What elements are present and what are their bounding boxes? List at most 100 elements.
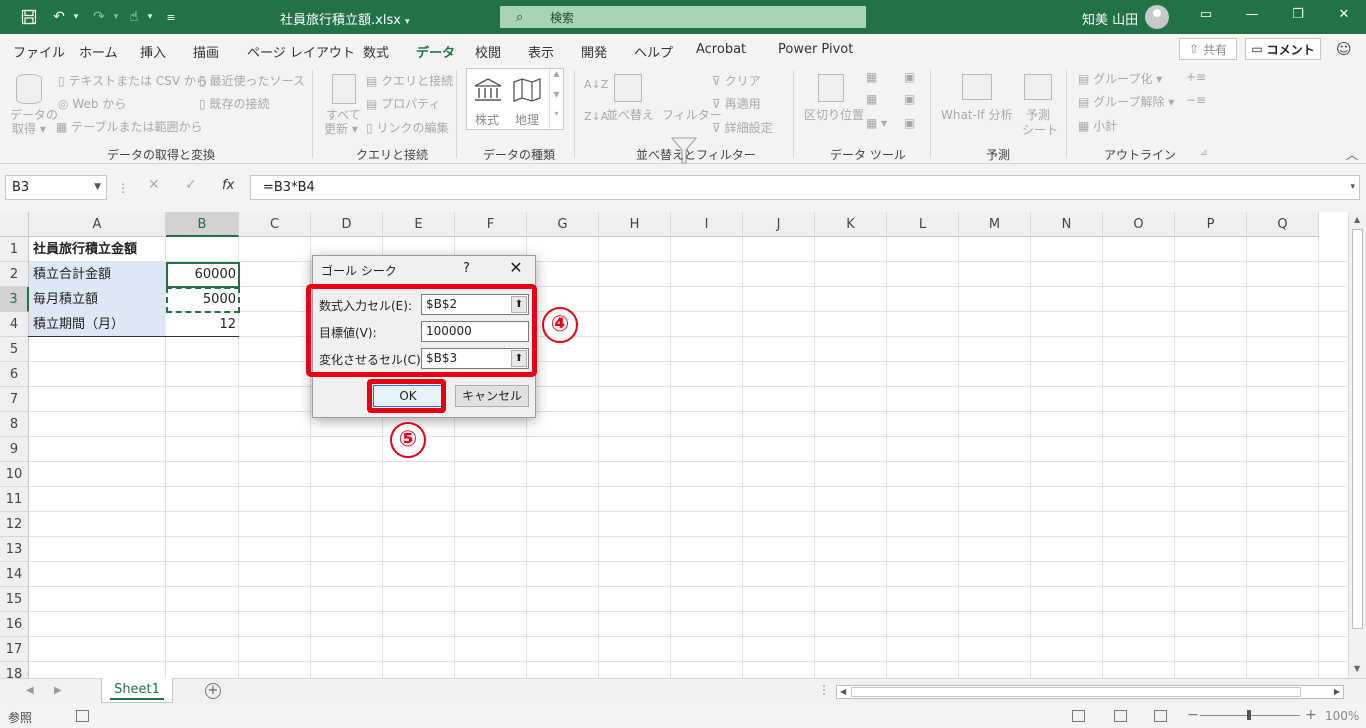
add-sheet-icon[interactable]: + xyxy=(205,683,221,699)
restore-icon[interactable]: ❐ xyxy=(1284,7,1312,22)
row-header-18[interactable]: 18 xyxy=(0,662,29,678)
relationships-icon[interactable]: ▣ xyxy=(904,92,915,106)
tab-review[interactable]: 校閲 xyxy=(475,42,501,61)
column-header-f[interactable]: F xyxy=(455,212,527,237)
redo-dropdown-icon[interactable]: ▾ xyxy=(110,7,122,27)
column-header-h[interactable]: H xyxy=(599,212,671,237)
flash-fill-icon[interactable]: ▦ xyxy=(866,70,877,84)
cell-a1[interactable]: 社員旅行積立金額 xyxy=(29,237,166,262)
scroll-right-icon[interactable]: ▶ xyxy=(1334,686,1340,698)
feedback-smiley-icon[interactable]: ☺ xyxy=(1336,40,1352,58)
edit-links-button[interactable]: ▯ リンクの編集 xyxy=(366,119,448,136)
consolidate-icon[interactable]: ▣ xyxy=(904,70,915,84)
column-header-p[interactable]: P xyxy=(1175,212,1247,237)
tab-data[interactable]: データ xyxy=(416,42,456,68)
row-header-13[interactable]: 13 xyxy=(0,537,29,562)
advanced-filter-button[interactable]: ⊽ 詳細設定 xyxy=(712,119,773,136)
row-header-1[interactable]: 1 xyxy=(0,237,29,262)
gallery-more-icon[interactable]: ▾ xyxy=(550,109,563,118)
collapse-ribbon-icon[interactable]: ︿ xyxy=(1346,146,1358,163)
column-header-k[interactable]: K xyxy=(815,212,887,237)
ribbon-display-icon[interactable]: ▭ xyxy=(1192,7,1220,22)
sort-asc-icon[interactable]: A↓Z xyxy=(584,78,608,91)
data-validation-icon[interactable]: ▦ ▾ xyxy=(866,116,887,130)
data-model-icon[interactable]: ▣ xyxy=(904,116,915,130)
save-icon[interactable] xyxy=(18,7,40,27)
name-box-dropdown-icon[interactable]: ▼ xyxy=(94,176,101,199)
sort-desc-icon[interactable]: Z↓A xyxy=(584,110,608,123)
close-window-icon[interactable]: ✕ xyxy=(1330,7,1358,22)
name-box[interactable]: B3 ▼ xyxy=(5,175,107,200)
column-header-l[interactable]: L xyxy=(887,212,959,237)
stocks-label[interactable]: 株式 xyxy=(475,111,499,128)
sort-button[interactable]: 並べ替え xyxy=(606,106,654,123)
row-header-4[interactable]: 4 xyxy=(0,312,29,337)
row-header-6[interactable]: 6 xyxy=(0,362,29,387)
row-header-11[interactable]: 11 xyxy=(0,487,29,512)
column-header-e[interactable]: E xyxy=(383,212,455,237)
row-header-17[interactable]: 17 xyxy=(0,637,29,662)
zoom-slider-thumb[interactable] xyxy=(1247,710,1251,720)
comment-button[interactable]: ▭ コメント xyxy=(1245,38,1321,60)
tab-acrobat[interactable]: Acrobat xyxy=(696,42,746,57)
from-text-csv-button[interactable]: ▯ テキストまたは CSV から xyxy=(58,72,208,89)
hide-detail-icon[interactable]: −≡ xyxy=(1186,93,1206,107)
macro-record-icon[interactable] xyxy=(76,710,89,722)
column-header-o[interactable]: O xyxy=(1103,212,1175,237)
close-icon[interactable]: ✕ xyxy=(506,258,526,277)
horizontal-scroll-thumb[interactable] xyxy=(851,687,1301,697)
geography-label[interactable]: 地理 xyxy=(515,111,539,128)
column-header-d[interactable]: D xyxy=(311,212,383,237)
tab-file[interactable]: ファイル xyxy=(13,42,65,61)
page-break-view-icon[interactable] xyxy=(1154,710,1167,722)
undo-icon[interactable]: ↶ xyxy=(48,7,70,27)
formula-input[interactable]: =B3*B4 ▾ xyxy=(250,175,1360,200)
column-header-j[interactable]: J xyxy=(743,212,815,237)
scroll-down-icon[interactable]: ▼ xyxy=(1354,664,1360,673)
tab-developer[interactable]: 開発 xyxy=(581,42,607,61)
get-data-button-line2[interactable]: 取得 ▾ xyxy=(12,120,46,137)
column-header-c[interactable]: C xyxy=(239,212,311,237)
subtotal-button[interactable]: ▦ 小計 xyxy=(1078,117,1117,134)
scroll-left-icon[interactable]: ◀ xyxy=(840,686,846,698)
vertical-scroll-thumb[interactable] xyxy=(1352,229,1363,629)
help-icon[interactable]: ? xyxy=(463,261,470,276)
row-header-12[interactable]: 12 xyxy=(0,512,29,537)
zoom-out-icon[interactable]: − xyxy=(1187,707,1199,723)
touch-dropdown-icon[interactable]: ▾ xyxy=(144,7,156,27)
column-header-a[interactable]: A xyxy=(29,212,166,237)
reapply-button[interactable]: ⊽ 再適用 xyxy=(712,95,761,112)
ungroup-button[interactable]: ▤ グループ解除 ▾ xyxy=(1078,93,1174,110)
gallery-up-icon[interactable]: ▲ xyxy=(550,69,563,78)
row-header-2[interactable]: 2 xyxy=(0,262,29,287)
column-header-b[interactable]: B xyxy=(166,212,239,237)
row-header-14[interactable]: 14 xyxy=(0,562,29,587)
normal-view-icon[interactable] xyxy=(1072,710,1085,722)
gallery-scroll[interactable]: ▲ ▼ ▾ xyxy=(549,69,563,129)
from-table-button[interactable]: ▦ テーブルまたは範囲から xyxy=(56,118,202,135)
column-header-n[interactable]: N xyxy=(1031,212,1103,237)
touch-mode-icon[interactable]: ☝ xyxy=(124,7,144,27)
cancel-entry-icon[interactable]: ✕ xyxy=(148,177,160,193)
page-layout-view-icon[interactable] xyxy=(1114,710,1127,722)
cell-a2[interactable]: 積立合計金額 xyxy=(29,262,166,287)
what-if-button[interactable]: What-If 分析 xyxy=(941,106,1012,123)
queries-connections-button[interactable]: ▤ クエリと接続 xyxy=(366,72,453,89)
tab-view[interactable]: 表示 xyxy=(528,42,554,61)
tab-page-layout[interactable]: ページ レイアウト xyxy=(247,42,355,61)
tab-insert[interactable]: 挿入 xyxy=(140,42,166,61)
row-header-15[interactable]: 15 xyxy=(0,587,29,612)
redo-icon[interactable]: ↷ xyxy=(88,7,110,27)
zoom-in-icon[interactable]: + xyxy=(1305,707,1317,723)
share-button[interactable]: ⇧ 共有 xyxy=(1179,38,1237,60)
customize-qat-icon[interactable]: ≡ xyxy=(164,7,178,27)
select-all-corner[interactable] xyxy=(0,212,29,237)
horizontal-scrollbar[interactable]: ◀ ▶ xyxy=(836,685,1344,699)
cell-a3[interactable]: 毎月積立額 xyxy=(29,287,166,312)
row-header-8[interactable]: 8 xyxy=(0,412,29,437)
tab-help[interactable]: ヘルプ xyxy=(634,42,673,61)
zoom-level[interactable]: 100% xyxy=(1325,709,1359,723)
column-header-i[interactable]: I xyxy=(671,212,743,237)
tab-split-grip-icon[interactable]: ⋮ xyxy=(818,683,830,697)
expand-formula-icon[interactable]: ▾ xyxy=(1350,176,1355,199)
